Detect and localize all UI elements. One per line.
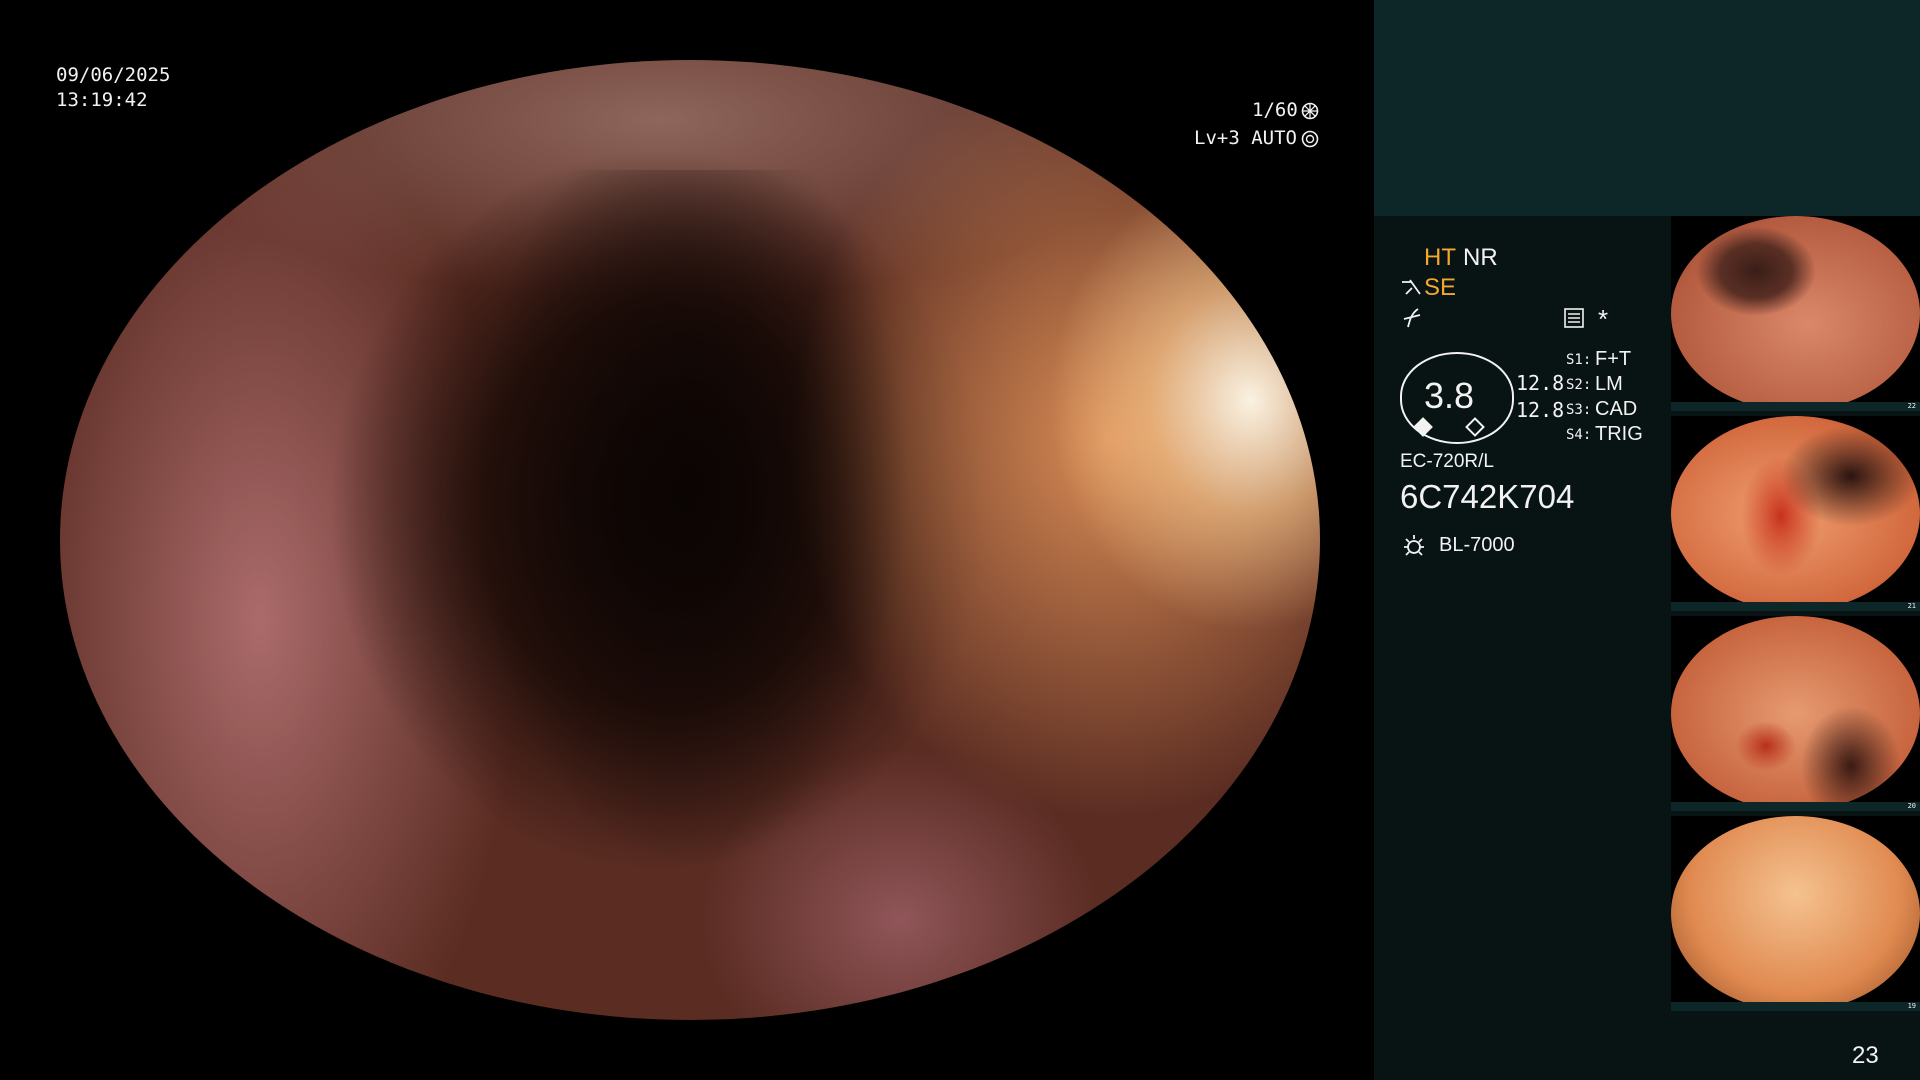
status-panel-header — [1374, 0, 1920, 216]
thumbnail-bar — [1671, 402, 1920, 411]
gauge-value: 3.8 — [1424, 375, 1475, 416]
thumbnail-number: 22 — [1907, 402, 1916, 410]
captured-image-thumbnail[interactable]: 22 — [1671, 216, 1920, 411]
captured-image-thumbnail[interactable]: 19 — [1671, 816, 1920, 1011]
switch-value-3: CAD — [1595, 398, 1638, 420]
switch-value-4: TRIG — [1595, 423, 1643, 445]
scissor-icon — [1402, 279, 1421, 295]
thumbnail-image — [1671, 616, 1920, 811]
nr-indicator: NR — [1463, 244, 1498, 271]
memory-icon — [1564, 308, 1584, 328]
thumbnail-image — [1671, 216, 1920, 411]
shutter-label: 1/60 — [1252, 99, 1298, 121]
readout-1: 12.8 — [1516, 371, 1565, 395]
page-number: 23 — [1852, 1042, 1879, 1069]
thumbnail-bar — [1671, 602, 1920, 611]
endoscope-live-view — [60, 60, 1320, 1020]
scope-serial: 6C742K704 — [1400, 478, 1575, 515]
switch-key-1: S1: — [1566, 352, 1592, 368]
thumbnail-bar — [1671, 802, 1920, 811]
lumen-shadow — [470, 170, 910, 870]
readout-2: 12.8 — [1516, 398, 1565, 422]
switch-value-1: F+T — [1595, 348, 1632, 370]
date-label: 09/06/2025 — [56, 64, 171, 86]
thumbnail-image — [1671, 816, 1920, 1011]
thumbnail-bar — [1671, 1002, 1920, 1011]
switch-key-2: S2: — [1566, 377, 1592, 393]
iris-icon — [1301, 130, 1319, 148]
edge-enhance-icon — [1403, 308, 1421, 328]
level-mode-label: Lv+3 AUTO — [1194, 127, 1297, 149]
captured-image-thumbnail[interactable]: 20 — [1671, 616, 1920, 811]
ht-indicator: HT — [1424, 244, 1456, 271]
thumbnail-number: 20 — [1907, 802, 1916, 810]
time-label: 13:19:42 — [56, 89, 148, 111]
thumbnail-image — [1671, 416, 1920, 611]
switch-value-2: LM — [1595, 373, 1623, 395]
light-source-icon — [1404, 535, 1424, 556]
light-source-label: BL-7000 — [1439, 534, 1515, 556]
shutter-icon — [1301, 102, 1319, 120]
star-indicator: * — [1598, 304, 1609, 334]
switch-key-3: S3: — [1566, 402, 1592, 418]
se-indicator: SE — [1424, 274, 1457, 301]
thumbnail-number: 19 — [1907, 1002, 1916, 1010]
switch-key-4: S4: — [1566, 427, 1592, 443]
scope-model: EC-720R/L — [1400, 451, 1494, 472]
thumbnail-number: 21 — [1907, 602, 1916, 610]
captured-image-thumbnail[interactable]: 21 — [1671, 416, 1920, 611]
